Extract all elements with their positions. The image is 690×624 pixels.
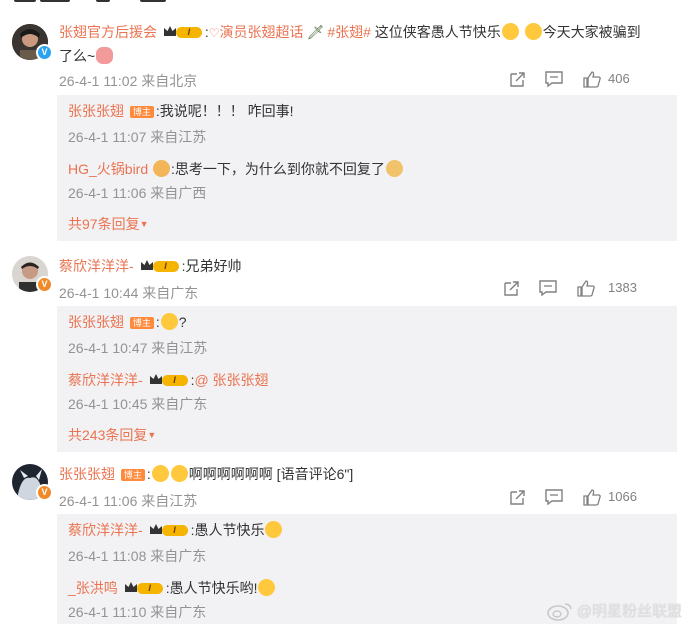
comment-time: 26-4-1 11:06 bbox=[59, 493, 138, 509]
comment-location: 来自北京 bbox=[141, 73, 198, 89]
chevron-down-icon: ▼ bbox=[139, 219, 149, 229]
reply-time: 26-4-1 11:06 bbox=[68, 185, 147, 201]
reply-username[interactable]: _张洪鸣 bbox=[68, 580, 118, 596]
reply-location: 来自江苏 bbox=[151, 340, 208, 356]
party-emoji-icon bbox=[265, 521, 283, 538]
reply-location: 来自广西 bbox=[150, 185, 207, 201]
fan-rank-badge: I bbox=[149, 372, 189, 388]
supertopic-icon: ♡ bbox=[208, 26, 220, 40]
laugh-emoji-icon bbox=[524, 23, 542, 40]
crown-icon bbox=[124, 582, 137, 592]
author-badge: 博主 bbox=[129, 317, 154, 329]
comment-location: 来自广东 bbox=[142, 285, 199, 301]
verified-icon: V bbox=[36, 276, 53, 293]
like-count: 1066 bbox=[608, 489, 637, 504]
crown-icon bbox=[149, 374, 162, 384]
reply-text: :愚人节快乐 bbox=[190, 522, 265, 538]
reply-username[interactable]: 蔡欣洋洋洋- bbox=[68, 522, 143, 538]
reply-time: 26-4-1 10:47 bbox=[68, 340, 148, 356]
author-badge: 博主 bbox=[129, 106, 154, 118]
comment-actions: 1383 bbox=[502, 279, 668, 299]
comment-icon[interactable] bbox=[538, 279, 558, 297]
comment-icon[interactable] bbox=[544, 488, 564, 506]
comment-text: :兄弟好帅 bbox=[181, 258, 242, 274]
comment-actions: 406 bbox=[508, 70, 668, 90]
crown-icon bbox=[163, 26, 176, 36]
cheer-emoji-icon bbox=[258, 579, 276, 596]
reply-username[interactable]: 张张张翅 bbox=[68, 314, 124, 330]
hashtag-link[interactable]: #张翅# bbox=[327, 24, 371, 40]
comment-text: 这位侠客愚人节快乐 bbox=[370, 24, 501, 40]
surprised-emoji-icon bbox=[160, 313, 178, 330]
pig-emoji-icon bbox=[96, 47, 114, 64]
crown-icon bbox=[140, 260, 153, 270]
reply-time: 26-4-1 10:45 bbox=[68, 396, 148, 412]
reply-location: 来自广东 bbox=[151, 396, 208, 412]
like-icon[interactable] bbox=[582, 70, 602, 88]
reply-location: 来自广东 bbox=[150, 604, 207, 620]
like-count: 1383 bbox=[608, 280, 637, 295]
mention-link[interactable]: @ 张张张翅 bbox=[194, 372, 268, 388]
reply-time: 26-4-1 11:08 bbox=[68, 548, 147, 564]
reply-text: :我说呢！！！ 咋回事! bbox=[155, 103, 294, 119]
verified-icon: V bbox=[36, 484, 53, 501]
reply-username[interactable]: 蔡欣洋洋洋- bbox=[68, 372, 143, 388]
comment-icon[interactable] bbox=[544, 70, 564, 88]
reply-location: 来自江苏 bbox=[150, 129, 207, 145]
reply-text: :愚人节快乐哟! bbox=[165, 580, 258, 596]
fan-rank-badge: I bbox=[149, 522, 189, 538]
reply-text: :思考一下，为什么到你就不回复了 bbox=[171, 161, 385, 177]
author-badge: 博主 bbox=[120, 469, 145, 481]
fan-rank-badge: I bbox=[163, 24, 203, 40]
supertopic-link[interactable]: 演员张翅超话 bbox=[220, 24, 304, 40]
more-replies-link[interactable]: 共243条回复▼ bbox=[68, 426, 156, 444]
like-icon[interactable] bbox=[582, 488, 602, 506]
watermark: @明星粉丝联盟 bbox=[546, 600, 682, 622]
reply-time: 26-4-1 11:07 bbox=[68, 129, 147, 145]
reply-username[interactable]: 张张张翅 bbox=[68, 103, 124, 119]
like-count: 406 bbox=[608, 71, 630, 86]
laugh-emoji-icon bbox=[501, 23, 519, 40]
comment-text: 啊啊啊啊啊啊 [语音评论6"] bbox=[188, 466, 354, 482]
comment-username[interactable]: 张翅官方后援会 bbox=[59, 24, 157, 40]
reply-location: 来自广东 bbox=[150, 548, 207, 564]
crown-icon bbox=[149, 524, 162, 534]
comment-username[interactable]: 蔡欣洋洋洋- bbox=[59, 258, 134, 274]
fan-rank-badge: I bbox=[124, 580, 164, 596]
share-icon[interactable] bbox=[502, 279, 522, 297]
comment-location: 来自江苏 bbox=[141, 493, 198, 509]
emoji-avatar-icon bbox=[153, 160, 171, 177]
weibo-logo-icon bbox=[546, 603, 572, 621]
more-replies-link[interactable]: 共97条回复▼ bbox=[68, 215, 149, 233]
comment-time: 26-4-1 11:02 bbox=[59, 73, 138, 89]
like-icon[interactable] bbox=[576, 279, 596, 297]
reply-username[interactable]: HG_火锅bird bbox=[68, 161, 148, 177]
reply-time: 26-4-1 11:10 bbox=[68, 604, 147, 620]
reply-panel: 张张张翅 博主:我说呢！！！ 咋回事! 26-4-1 11:07 来自江苏 HG… bbox=[57, 95, 677, 241]
chevron-down-icon: ▼ bbox=[147, 430, 157, 440]
fan-rank-badge: I bbox=[140, 258, 180, 274]
verified-icon: V bbox=[36, 44, 53, 61]
share-icon[interactable] bbox=[508, 70, 528, 88]
reply-panel: 张张张翅 博主:? 26-4-1 10:47 来自江苏 蔡欣洋洋洋- I:@ 张… bbox=[57, 306, 677, 452]
top-cut-text bbox=[0, 0, 690, 8]
share-icon[interactable] bbox=[508, 488, 528, 506]
comment-actions: 1066 bbox=[508, 488, 668, 508]
reply-text: ? bbox=[178, 314, 187, 330]
comment-time: 26-4-1 10:44 bbox=[59, 285, 139, 301]
comment-text: 今天大家被骗到 bbox=[542, 24, 641, 40]
comment-username[interactable]: 张张张翅 bbox=[59, 466, 115, 482]
surprised-emoji-icon bbox=[170, 465, 188, 482]
sword-emoji-icon: 🗡 bbox=[306, 24, 325, 40]
surprised-emoji-icon bbox=[151, 465, 169, 482]
comment-text: 了么~ bbox=[59, 48, 96, 64]
doge-emoji-icon bbox=[385, 160, 403, 177]
